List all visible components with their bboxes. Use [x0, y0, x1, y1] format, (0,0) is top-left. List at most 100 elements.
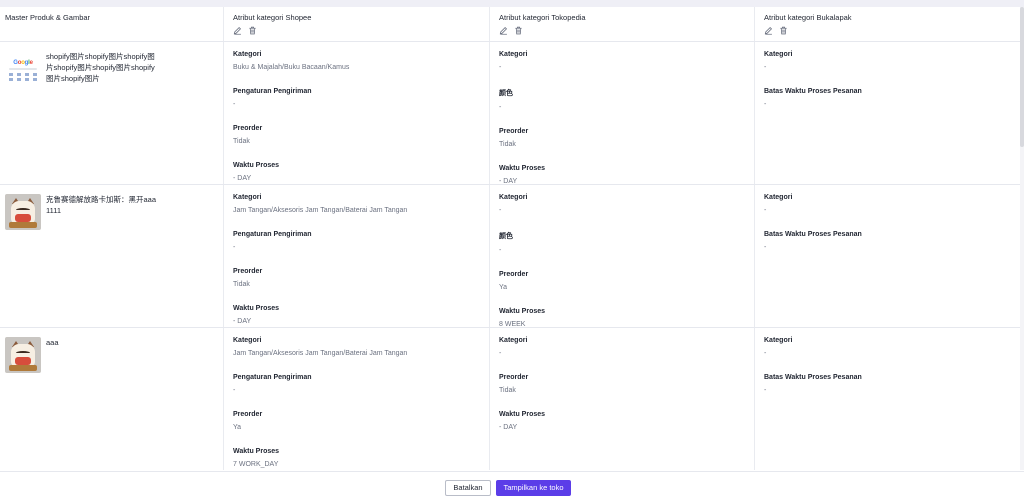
attr-key: Preorder: [233, 125, 263, 132]
attr-value: -: [499, 207, 502, 214]
attr-value: Tidak: [233, 281, 250, 288]
attr-key: Kategori: [499, 51, 528, 58]
show-in-store-button[interactable]: Tampilkan ke toko: [496, 480, 571, 496]
attr-key: Kategori: [233, 337, 262, 344]
edit-icon[interactable]: [764, 26, 773, 35]
attr-value: -: [499, 350, 502, 357]
attr-key: Waktu Proses: [499, 411, 546, 418]
product-image: [5, 194, 41, 230]
attr-key: Preorder: [499, 374, 529, 381]
attr-value: Tidak: [499, 141, 516, 148]
attr-value: Ya: [499, 284, 508, 291]
header-shopee: Atribut kategori Shopee: [224, 7, 490, 41]
product-cell: aaa: [0, 328, 224, 470]
edit-icon[interactable]: [233, 26, 242, 35]
attr-value: -: [499, 104, 502, 111]
tokopedia-attributes: Kategori - 颜色 - Preorder Ya Waktu Proses 8 W…: [490, 185, 755, 328]
shopee-attributes: Kategori Buku & Majalah/Buku Bacaan/Kamus…: [224, 42, 490, 184]
attr-value: 8 WEEK: [499, 321, 526, 328]
attr-key: Preorder: [499, 271, 529, 278]
attr-value: -: [233, 101, 236, 108]
attr-key: Kategori: [499, 337, 528, 344]
attr-value: Tidak: [499, 387, 516, 394]
attr-value: 7 WORK_DAY: [233, 461, 279, 468]
attr-key: Kategori: [764, 51, 793, 58]
bukalapak-attributes: Kategori - Batas Waktu Proses Pesanan -: [755, 185, 1020, 327]
tokopedia-attributes: Kategori - Preorder Tidak Waktu Proses - DA…: [490, 328, 755, 470]
attr-value: Jam Tangan/Aksesoris Jam Tangan/Baterai …: [233, 207, 408, 214]
google-logo: Google: [13, 59, 33, 66]
attr-value: -: [764, 350, 767, 357]
attr-value: -: [499, 64, 502, 71]
table-row: Google shopify图片shopify图片shopify图片shopif…: [0, 42, 1020, 185]
attr-value: -: [764, 387, 767, 394]
header-label: Atribut kategori Tokopedia: [499, 13, 586, 22]
attr-value: - DAY: [499, 424, 518, 431]
table-header: Master Produk & Gambar Atribut kategori …: [0, 7, 1020, 42]
attr-key: Preorder: [233, 268, 263, 275]
attr-key: Pengaturan Pengiriman: [233, 88, 312, 95]
trash-icon[interactable]: [779, 26, 788, 35]
attr-key: Preorder: [233, 411, 263, 418]
attr-value: -: [233, 387, 236, 394]
attr-key: Waktu Proses: [233, 162, 280, 169]
attr-key: Kategori: [764, 337, 793, 344]
attr-key: Waktu Proses: [499, 308, 546, 315]
attr-key: Waktu Proses: [233, 448, 280, 455]
edit-icon[interactable]: [499, 26, 508, 35]
attr-key: 颜色: [499, 233, 513, 240]
product-name: shopify图片shopify图片shopify图片shopify图片shop…: [46, 52, 155, 83]
header-master-product: Master Produk & Gambar: [0, 7, 224, 41]
attr-value: -: [764, 64, 767, 71]
table-row: 克鲁赛德解放路卡加斯：黑开aaa1111 Kategori Jam Tangan/…: [0, 185, 1020, 328]
attr-key: Batas Waktu Proses Pesanan: [764, 374, 862, 381]
bukalapak-attributes: Kategori - Batas Waktu Proses Pesanan -: [755, 42, 1020, 184]
attr-value: Buku & Majalah/Buku Bacaan/Kamus: [233, 64, 350, 71]
cancel-button[interactable]: Batalkan: [445, 480, 491, 496]
header-label: Master Produk & Gambar: [5, 13, 91, 22]
attr-key: Waktu Proses: [233, 305, 280, 312]
attr-key: Pengaturan Pengiriman: [233, 231, 312, 238]
attr-key: Kategori: [233, 194, 262, 201]
top-bar: [0, 0, 1024, 7]
footer-actions: Batalkan Tampilkan ke toko: [0, 471, 1024, 500]
attr-key: Pengaturan Pengiriman: [233, 374, 312, 381]
header-bukalapak: Atribut kategori Bukalapak: [755, 7, 1020, 41]
attr-key: Kategori: [499, 194, 528, 201]
header-label: Atribut kategori Bukalapak: [764, 13, 852, 22]
attr-value: Ya: [233, 424, 242, 431]
attr-value: Jam Tangan/Aksesoris Jam Tangan/Baterai …: [233, 350, 408, 357]
attr-value: -: [764, 207, 767, 214]
shopee-attributes: Kategori Jam Tangan/Aksesoris Jam Tangan/…: [224, 185, 490, 327]
scrollbar-thumb[interactable]: [1020, 7, 1024, 147]
header-tokopedia: Atribut kategori Tokopedia: [490, 7, 755, 41]
product-name: 克鲁赛德解放路卡加斯：黑开aaa1111: [46, 195, 157, 215]
attr-key: Kategori: [233, 51, 262, 58]
product-name: aaa: [46, 338, 59, 347]
header-label: Atribut kategori Shopee: [233, 13, 312, 22]
shopee-attributes: Kategori Jam Tangan/Aksesoris Jam Tangan/…: [224, 328, 490, 470]
trash-icon[interactable]: [514, 26, 523, 35]
attribute-table: Master Produk & Gambar Atribut kategori …: [0, 7, 1020, 470]
attr-value: -: [764, 244, 767, 251]
attr-key: Waktu Proses: [499, 165, 546, 172]
table-row: aaa Kategori Jam Tangan/Aksesoris Jam Tan…: [0, 328, 1020, 470]
attr-value: Tidak: [233, 138, 250, 145]
attr-value: -: [233, 244, 236, 251]
product-image: Google: [5, 51, 41, 87]
attr-key: Batas Waktu Proses Pesanan: [764, 88, 862, 95]
attr-value: - DAY: [233, 175, 252, 182]
bukalapak-attributes: Kategori - Batas Waktu Proses Pesanan -: [755, 328, 1020, 470]
product-image: [5, 337, 41, 373]
attr-key: Kategori: [764, 194, 793, 201]
attr-value: - DAY: [499, 178, 518, 185]
attr-value: - DAY: [233, 318, 252, 325]
product-cell: Google shopify图片shopify图片shopify图片shopif…: [0, 42, 224, 184]
attr-key: Batas Waktu Proses Pesanan: [764, 231, 862, 238]
tokopedia-attributes: Kategori - 颜色 - Preorder Tidak Waktu Proses…: [490, 42, 755, 185]
attr-value: -: [499, 247, 502, 254]
trash-icon[interactable]: [248, 26, 257, 35]
attr-value: -: [764, 101, 767, 108]
attr-key: Preorder: [499, 128, 529, 135]
attr-key: 颜色: [499, 90, 513, 97]
